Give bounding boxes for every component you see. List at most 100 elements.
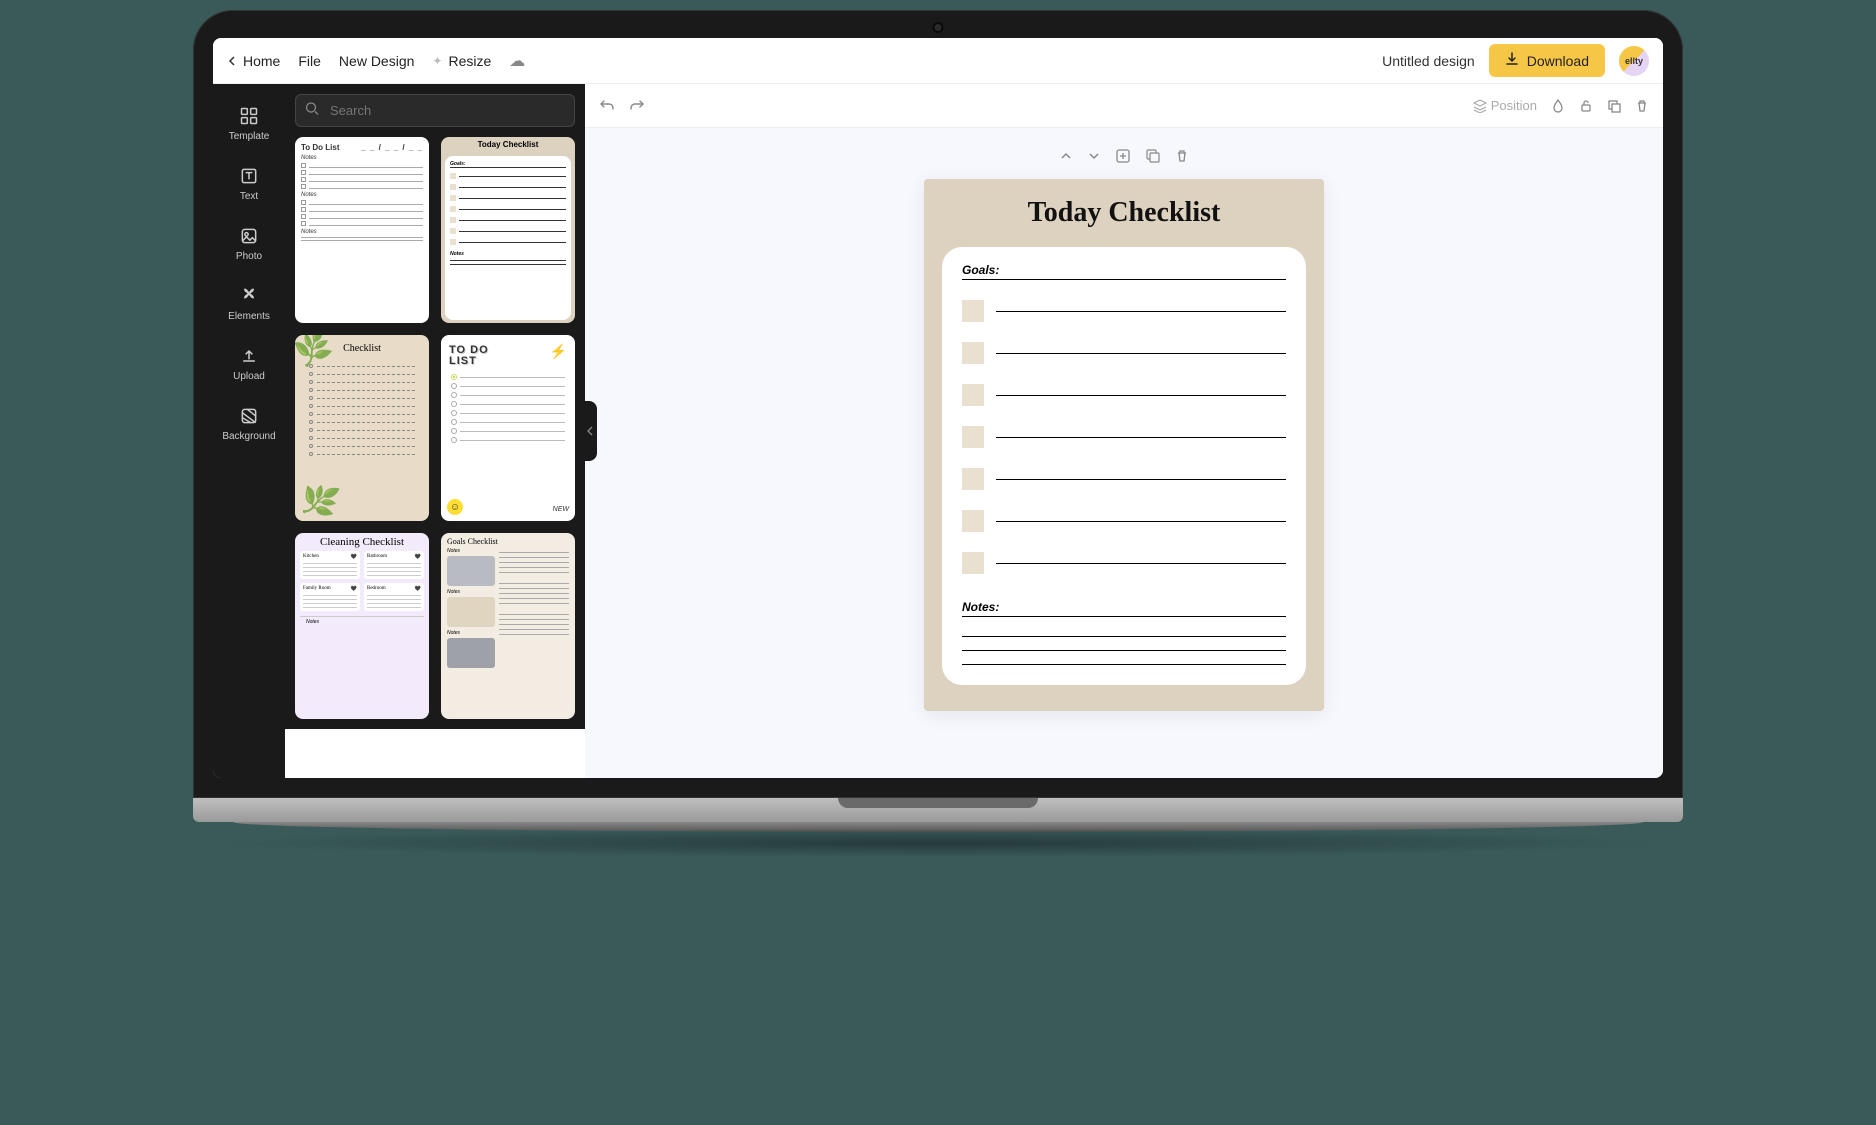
photo-icon [239,226,259,246]
template-card-todo-list[interactable]: To Do List_ _ / _ _ / _ _ Notes Notes [295,137,429,323]
delete-button[interactable] [1635,99,1649,113]
new-badge: NEW [553,506,569,513]
sidebar-item-background[interactable]: Background [213,394,285,454]
canvas-page[interactable]: Today Checklist Goals: Notes: [924,179,1324,711]
checkbox[interactable] [962,510,984,532]
download-icon [1505,52,1519,69]
checklist-line[interactable] [996,353,1286,354]
opacity-button[interactable] [1551,99,1565,113]
canvas-area: Position [585,84,1663,778]
checklist-row[interactable] [962,468,1286,490]
notes-line[interactable] [962,651,1286,665]
checklist-line[interactable] [996,479,1286,480]
leaf-icon: 🌿 [297,480,342,521]
screen-bezel: Home File New Design ✦ Resize ☁ Untitled… [193,10,1683,798]
template-card-checklist-leaves[interactable]: 🌿 🌿 Checklist [295,335,429,521]
checkbox[interactable] [962,468,984,490]
undo-button[interactable] [599,98,615,114]
file-menu[interactable]: File [298,53,321,69]
notes-line[interactable] [962,623,1286,637]
laptop-base [193,798,1683,822]
top-bar: Home File New Design ✦ Resize ☁ Untitled… [213,38,1663,84]
page-title[interactable]: Today Checklist [942,197,1306,229]
sidebar-item-label: Photo [236,251,262,262]
page-down-button[interactable] [1087,149,1101,168]
sidebar-item-template[interactable]: Template [213,94,285,154]
goals-label[interactable]: Goals: [962,263,1286,280]
new-design-menu[interactable]: New Design [339,53,414,69]
laptop-frame: Home File New Design ✦ Resize ☁ Untitled… [193,10,1683,858]
layers-icon [1473,99,1487,113]
sidebar-item-label: Upload [233,371,265,382]
smiley-icon: ☺ [447,499,463,515]
position-button[interactable]: Position [1473,98,1537,113]
template-card-today-checklist[interactable]: Today Checklist Goals: [441,137,575,323]
template-card-cleaning-checklist[interactable]: Cleaning Checklist Kitchen🖤 Bathroom🖤 Fa… [295,533,429,719]
sidebar-item-upload[interactable]: Upload [213,334,285,394]
duplicate-button[interactable] [1607,99,1621,113]
checklist-row[interactable] [962,384,1286,406]
checklist-line[interactable] [996,437,1286,438]
app-window: Home File New Design ✦ Resize ☁ Untitled… [213,38,1663,778]
background-icon [239,406,259,426]
chevron-left-icon [227,53,237,69]
template-card-todo-bold[interactable]: TO DOLIST ⚡ [441,335,575,521]
checklist-row[interactable] [962,426,1286,448]
page-controls [1059,142,1189,179]
lock-button[interactable] [1579,99,1593,113]
checklist-line[interactable] [996,521,1286,522]
sidebar-item-photo[interactable]: Photo [213,214,285,274]
checklist-line[interactable] [996,395,1286,396]
canvas-toolbar: Position [585,84,1663,128]
position-label: Position [1491,98,1537,113]
sidebar-nav: Template Text Photo Elements [213,84,285,778]
home-link[interactable]: Home [227,53,280,69]
upload-icon [239,346,259,366]
checklist-row[interactable] [962,300,1286,322]
user-avatar[interactable]: ellty [1619,46,1649,76]
sidebar-item-elements[interactable]: Elements [213,274,285,334]
document-title[interactable]: Untitled design [1382,53,1475,69]
checkbox[interactable] [962,300,984,322]
checklist-row[interactable] [962,510,1286,532]
delete-page-button[interactable] [1175,149,1189,168]
sidebar-item-text[interactable]: Text [213,154,285,214]
download-label: Download [1527,53,1589,69]
elements-icon [239,286,259,306]
sidebar-item-label: Elements [228,311,270,322]
checkbox[interactable] [962,384,984,406]
checkbox[interactable] [962,342,984,364]
lightning-icon: ⚡ [550,343,567,360]
checkbox[interactable] [962,426,984,448]
notes-line[interactable] [962,637,1286,651]
canvas-stage[interactable]: Today Checklist Goals: Notes: [585,128,1663,778]
notes-label[interactable]: Notes: [962,600,1286,617]
checkbox[interactable] [962,552,984,574]
sidebar-item-label: Background [222,431,275,442]
templates-panel: To Do List_ _ / _ _ / _ _ Notes Notes [285,84,585,729]
add-page-button[interactable] [1115,148,1131,169]
home-label: Home [243,53,280,69]
checklist-line[interactable] [996,311,1286,312]
template-icon [239,106,259,126]
page-up-button[interactable] [1059,149,1073,168]
star-icon: ✦ [432,54,442,68]
duplicate-page-button[interactable] [1145,148,1161,169]
search-icon [305,101,319,120]
text-icon [239,166,259,186]
template-card-goals-checklist[interactable]: Goals Checklist Notes Notes Notes [441,533,575,719]
sidebar-item-label: Template [229,131,270,142]
download-button[interactable]: Download [1489,44,1605,77]
sidebar-item-label: Text [240,191,258,202]
laptop-shadow [193,828,1683,858]
cloud-sync-icon[interactable]: ☁ [509,51,525,71]
search-input[interactable] [295,94,575,127]
checklist-row[interactable] [962,552,1286,574]
page-card[interactable]: Goals: Notes: [942,247,1306,685]
camera-icon [935,24,942,31]
panel-collapse-handle[interactable] [583,401,597,461]
checklist-row[interactable] [962,342,1286,364]
checklist-line[interactable] [996,563,1286,564]
redo-button[interactable] [629,98,645,114]
resize-menu[interactable]: Resize [448,53,491,69]
